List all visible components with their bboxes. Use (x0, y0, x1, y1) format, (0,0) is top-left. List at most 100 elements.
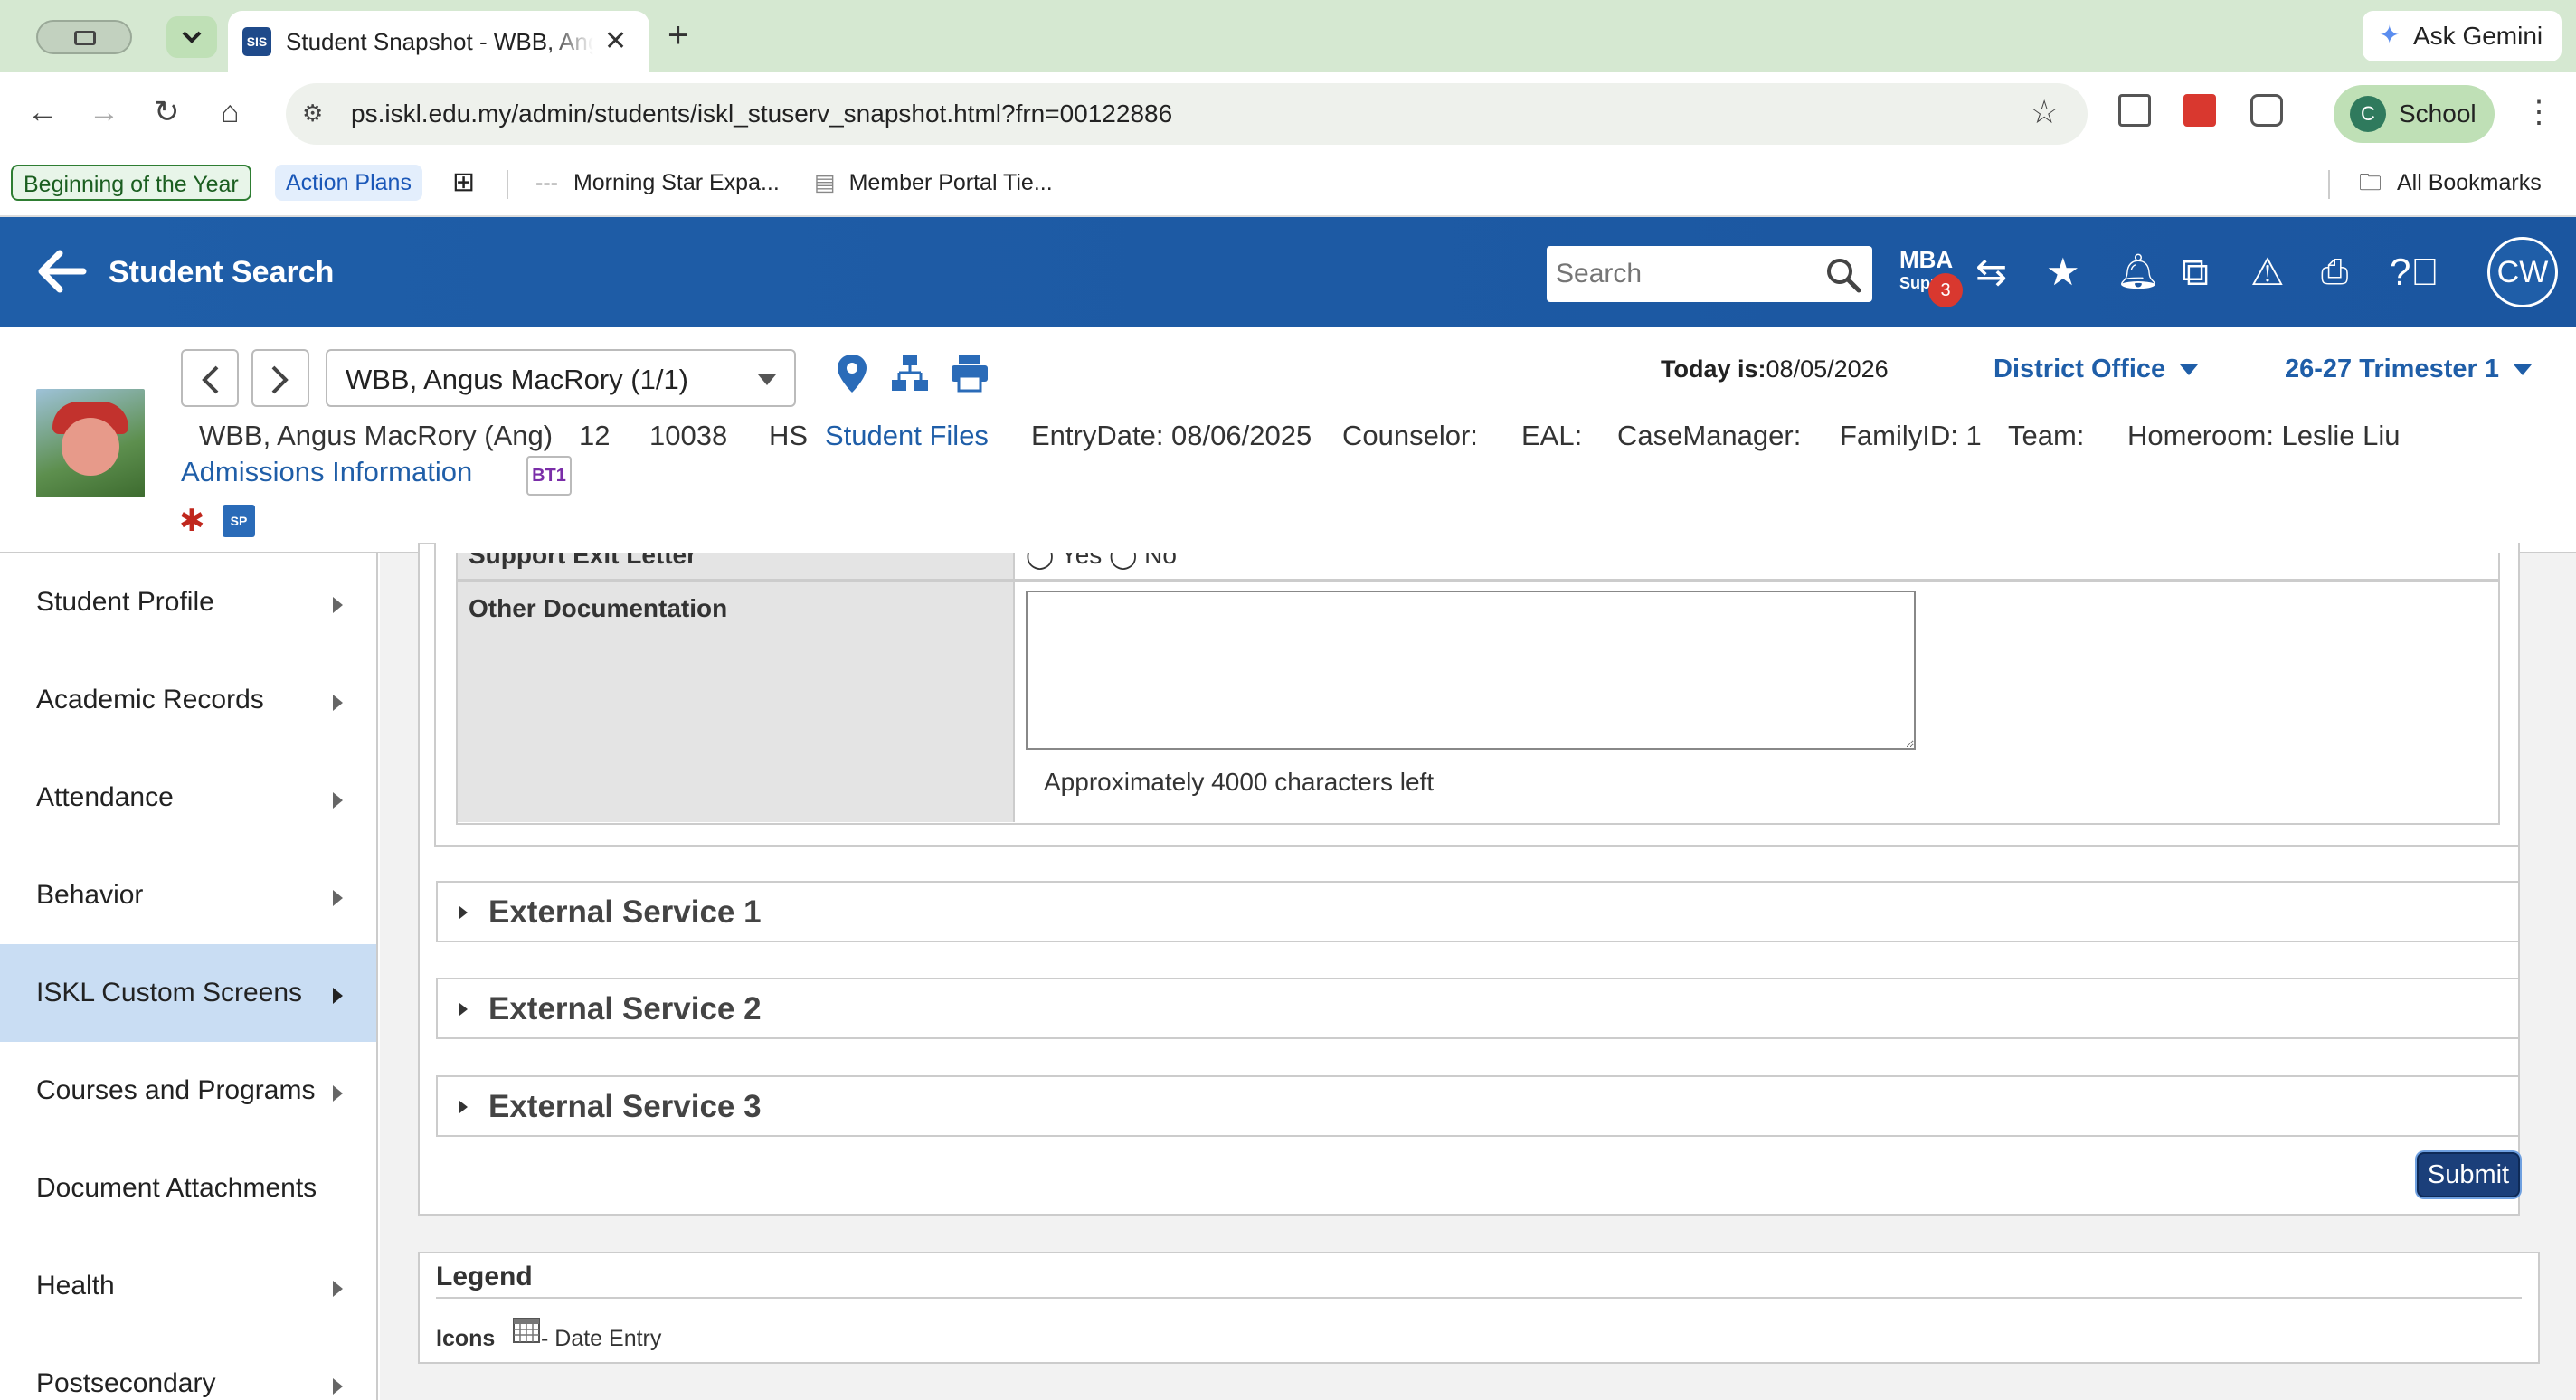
admissions-information-link[interactable]: Admissions Information (181, 454, 472, 490)
sidebar-item-document-attachments[interactable]: Document Attachments (0, 1140, 376, 1237)
support-exit-letter-radios[interactable]: ◯ Yes ◯ No (1026, 553, 1177, 572)
printer-icon[interactable] (950, 353, 990, 393)
sidebar-item-label: ISKL Custom Screens (36, 978, 303, 1007)
window-switcher-button[interactable] (36, 20, 132, 54)
school-label: District Office (1994, 355, 2166, 383)
submit-button[interactable]: Submit (2417, 1152, 2520, 1197)
sp-badge[interactable]: SP (223, 505, 255, 537)
team: Team: (2008, 420, 2085, 451)
sidebar-item-academic-records[interactable]: Academic Records (0, 651, 376, 749)
other-documentation-textarea[interactable] (1026, 591, 1916, 750)
extension-todoist-icon[interactable] (2183, 94, 2216, 127)
chevron-down-icon (182, 31, 202, 43)
search-input[interactable] (1547, 246, 1818, 302)
map-pin-icon[interactable] (834, 353, 870, 396)
term-selector[interactable]: 26-27 Trimester 1 (2285, 353, 2532, 385)
date-entry-label: - Date Entry (541, 1326, 662, 1351)
sidebar-item-student-profile[interactable]: Student Profile (0, 553, 376, 651)
sidebar-item-label: Health (36, 1271, 115, 1301)
back-arrow-icon[interactable] (34, 244, 89, 298)
caret-down-icon (2513, 364, 2532, 376)
tab-search-button[interactable] (166, 16, 217, 58)
bookmark-beginning-of-year[interactable]: Beginning of the Year (11, 165, 251, 201)
external-service-1-section[interactable]: External Service 1 (436, 881, 2520, 942)
school-selector[interactable]: District Office (1994, 353, 2199, 385)
browser-tab-active[interactable]: SIS Student Snapshot - WBB, Angus MacRor… (228, 11, 649, 72)
sidebar-item-behavior[interactable]: Behavior (0, 847, 376, 944)
bookmark-member-portal[interactable]: ▤ Member Portal Tie... (814, 165, 1053, 201)
new-tab-icon[interactable]: + (668, 13, 688, 58)
bookmark-action-plans[interactable]: Action Plans (275, 165, 422, 201)
sidebar-item-health[interactable]: Health (0, 1237, 376, 1335)
external-service-2-section[interactable]: External Service 2 (436, 978, 2520, 1039)
profile-avatar: C (2350, 96, 2386, 132)
address-bar[interactable]: ⚙ ps.iskl.edu.my/admin/students/iskl_stu… (286, 83, 2088, 145)
bell-icon[interactable]: 🔔︎ (2117, 251, 2160, 293)
sidebar-item-iskl-custom-screens[interactable]: ISKL Custom Screens (0, 944, 376, 1042)
sidebar-item-label: Document Attachments (36, 1173, 317, 1203)
tab-close-icon[interactable]: ✕ (604, 25, 627, 58)
apps-grid-icon[interactable]: ⊞ (452, 165, 475, 201)
caret-right-icon (333, 1085, 343, 1102)
field-label-cell: Support Exit Letter (458, 553, 1015, 579)
external-link-icon[interactable]: ⧉ (2182, 251, 2209, 293)
org-chart-icon[interactable] (890, 353, 930, 393)
previous-student-button[interactable] (181, 349, 239, 407)
header-search[interactable] (1547, 246, 1872, 302)
sidebar-item-courses-and-programs[interactable]: Courses and Programs (0, 1042, 376, 1140)
home-icon[interactable]: ⌂ (221, 92, 240, 132)
extension-upload-icon[interactable] (2118, 94, 2151, 127)
all-bookmarks[interactable]: 🗀 All Bookmarks (2359, 165, 2542, 201)
bookmark-star-icon[interactable]: ☆ (2030, 94, 2059, 130)
favorites-star-icon[interactable]: ★ (2046, 251, 2080, 293)
sidebar-item-postsecondary[interactable]: Postsecondary (0, 1335, 376, 1400)
printer-icon[interactable]: ⎙ (2321, 251, 2348, 293)
forward-arrow-icon[interactable]: → (89, 92, 119, 132)
bookmark-morning-star[interactable]: --- Morning Star Expa... (535, 165, 780, 201)
gemini-sparkle-icon: ✦ (2379, 21, 2401, 49)
sidebar-item-label: Attendance (36, 782, 174, 812)
student-selector-label: WBB, Angus MacRory (1/1) (346, 364, 689, 395)
student-level: HS (769, 420, 809, 451)
profile-name: School (2399, 99, 2477, 128)
table-row: Support Exit Letter ◯ Yes ◯ No (456, 553, 2500, 581)
sidebar-item-label: Postsecondary (36, 1368, 216, 1398)
field-label-cell: Other Documentation (458, 582, 1015, 822)
caret-right-icon (333, 988, 343, 1004)
sidebar-item-label: Courses and Programs (36, 1075, 316, 1105)
next-student-button[interactable] (251, 349, 309, 407)
back-arrow-icon[interactable]: ← (27, 92, 58, 132)
sidebar-item-attendance[interactable]: Attendance (0, 749, 376, 847)
url-text[interactable]: ps.iskl.edu.my/admin/students/iskl_stuse… (351, 98, 1172, 130)
student-selector[interactable]: WBB, Angus MacRory (1/1) (326, 349, 796, 407)
student-grade: 12 (579, 420, 611, 451)
caret-down-icon (758, 374, 776, 385)
profile-button[interactable]: C School (2334, 85, 2495, 143)
student-search-link[interactable]: Student Search (109, 253, 334, 291)
search-icon[interactable] (1825, 257, 1861, 293)
caret-right-icon (459, 1101, 468, 1113)
section-title: External Service 2 (488, 991, 762, 1026)
browser-menu-icon[interactable]: ⋮ (2524, 94, 2554, 130)
site-info-icon[interactable]: ⚙ (302, 99, 323, 128)
student-name: WBB, Angus MacRory (Ang) (199, 420, 554, 451)
bookmark-label: Member Portal Tie... (848, 170, 1053, 195)
medical-alert-icon[interactable]: ✱ (179, 505, 205, 537)
student-files-link[interactable]: Student Files (825, 418, 989, 454)
counselor: Counselor: (1342, 420, 1478, 451)
bt1-badge[interactable]: BT1 (526, 456, 572, 496)
extensions-puzzle-icon[interactable] (2250, 94, 2283, 127)
help-icon[interactable]: ?⃝ (2390, 251, 2439, 293)
family-id: FamilyID: 1 (1840, 420, 1982, 451)
warning-icon[interactable]: ⚠ (2250, 251, 2285, 293)
ask-gemini-button[interactable]: ✦ Ask Gemini (2363, 11, 2562, 61)
app-header: Student Search MBA Supp 3 ⇆ ★ 🔔︎ ⧉ ⚠ ⎙ ?… (0, 217, 2576, 327)
reload-icon[interactable]: ↻ (154, 92, 180, 132)
caret-down-icon (2180, 364, 2199, 376)
bookmark-dash-icon: --- (535, 170, 558, 195)
student-info-bar: WBB, Angus MacRory (1/1) Today is:08/05/… (0, 327, 2576, 553)
switch-arrows-icon[interactable]: ⇆ (1975, 251, 2007, 293)
bookmark-label: Morning Star Expa... (573, 170, 780, 195)
external-service-3-section[interactable]: External Service 3 (436, 1075, 2520, 1137)
user-avatar[interactable]: CW (2487, 237, 2558, 307)
